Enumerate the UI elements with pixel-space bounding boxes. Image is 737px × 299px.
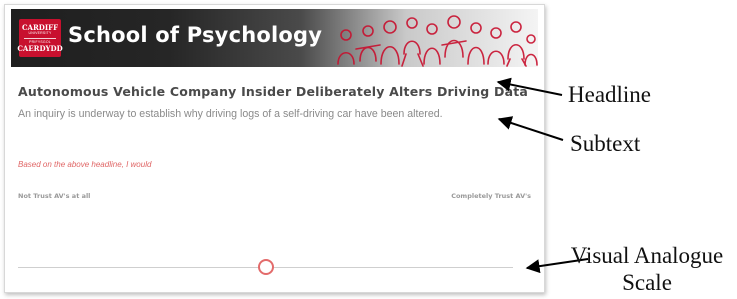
subtext-annotation: Subtext	[570, 131, 641, 156]
logo-line-4: CAERDYDD	[17, 44, 63, 53]
logo-divider	[24, 37, 56, 39]
scale-min-label: Not Trust AV's at all	[18, 192, 91, 200]
vas-annotation-line-1: Visual Analogue	[570, 243, 724, 268]
news-subtext: An inquiry is underway to establish why …	[18, 108, 443, 120]
figure: CARDIFF UNIVERSITY PRIFYSGOL CAERDYDD Sc…	[0, 0, 737, 299]
survey-card: CARDIFF UNIVERSITY PRIFYSGOL CAERDYDD Sc…	[4, 4, 545, 293]
page-title: School of Psychology	[68, 23, 323, 47]
slider-thumb[interactable]	[257, 259, 274, 275]
headline-annotation: Headline	[568, 82, 652, 107]
vas-annotation: Visual Analogue Scale	[557, 242, 737, 296]
logo-line-2: UNIVERSITY	[28, 31, 52, 35]
vas-annotation-line-2: Scale	[622, 270, 672, 295]
header-banner: CARDIFF UNIVERSITY PRIFYSGOL CAERDYDD Sc…	[11, 9, 538, 67]
university-logo: CARDIFF UNIVERSITY PRIFYSGOL CAERDYDD	[17, 19, 63, 57]
question-prompt: Based on the above headline, I would	[18, 160, 152, 169]
logo-line-1: CARDIFF	[21, 23, 59, 32]
scale-max-label: Completely Trust AV's	[451, 192, 531, 200]
news-headline: Autonomous Vehicle Company Insider Delib…	[18, 84, 529, 99]
people-illustration	[337, 15, 538, 67]
